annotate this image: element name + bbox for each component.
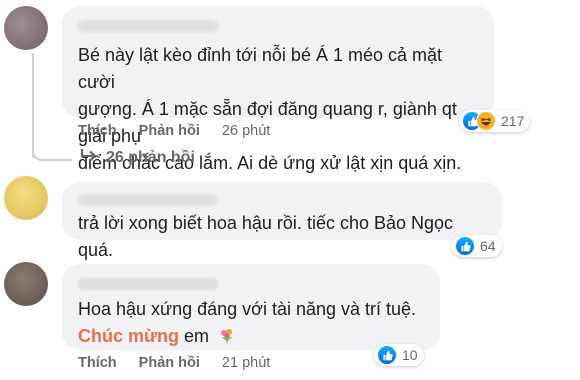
reaction-summary[interactable]: 10 xyxy=(374,344,424,366)
comment-author[interactable] xyxy=(78,194,218,206)
avatar[interactable] xyxy=(4,176,48,220)
reply-arrow-icon xyxy=(80,147,98,168)
reaction-count: 64 xyxy=(480,238,496,254)
replies-count: 26 phản hồi xyxy=(106,148,195,166)
comment-author[interactable] xyxy=(78,278,218,290)
comment-text-line: trả lời xong biết hoa hậu rồi. tiếc cho … xyxy=(78,213,454,260)
comment-bubble: Bé này lật kèo đỉnh tới nỗi bé Á 1 méo c… xyxy=(62,6,494,173)
reaction-count: 10 xyxy=(402,347,418,363)
comment-text-line: Bé này lật kèo đỉnh tới nỗi bé Á 1 méo c… xyxy=(78,45,443,92)
reaction-summary[interactable]: 217 xyxy=(459,110,531,132)
thread-line xyxy=(32,53,34,158)
avatar[interactable] xyxy=(4,6,48,50)
thread-connector xyxy=(32,145,72,161)
comment-text-fragment: em xyxy=(179,326,210,346)
comment-author[interactable] xyxy=(78,20,218,32)
reaction-count: 217 xyxy=(501,113,525,129)
like-icon xyxy=(377,345,397,365)
like-icon xyxy=(455,236,475,256)
view-replies-link[interactable]: 26 phản hồi xyxy=(80,147,195,168)
comment-actions: Thích Phản hồi 21 phút xyxy=(78,355,270,371)
timestamp[interactable]: 21 phút xyxy=(222,355,270,371)
avatar[interactable] xyxy=(4,262,48,306)
bouquet-icon xyxy=(218,326,236,353)
comment-text-line: Hoa hậu xứng đáng với tài năng và trí tu… xyxy=(78,299,417,319)
reaction-summary[interactable]: 64 xyxy=(452,235,502,257)
reply-button[interactable]: Phản hồi xyxy=(139,355,200,371)
comment-text: trả lời xong biết hoa hậu rồi. tiếc cho … xyxy=(78,210,486,264)
comment-bubble: Hoa hậu xứng đáng với tài năng và trí tu… xyxy=(62,264,440,350)
timestamp[interactable]: 26 phút xyxy=(222,123,270,139)
like-button[interactable]: Thích xyxy=(78,123,117,139)
haha-icon xyxy=(476,111,496,131)
comment-text-line: Chúc mừng em xyxy=(78,323,424,353)
hashtag-highlight[interactable]: Chúc mừng xyxy=(78,326,179,346)
like-button[interactable]: Thích xyxy=(78,355,117,371)
comment-text: Hoa hậu xứng đáng với tài năng và trí tu… xyxy=(78,296,424,353)
comment-bubble: trả lời xong biết hoa hậu rồi. tiếc cho … xyxy=(62,182,502,260)
comment-actions: Thích Phản hồi 26 phút xyxy=(78,123,270,139)
reply-button[interactable]: Phản hồi xyxy=(139,123,200,139)
